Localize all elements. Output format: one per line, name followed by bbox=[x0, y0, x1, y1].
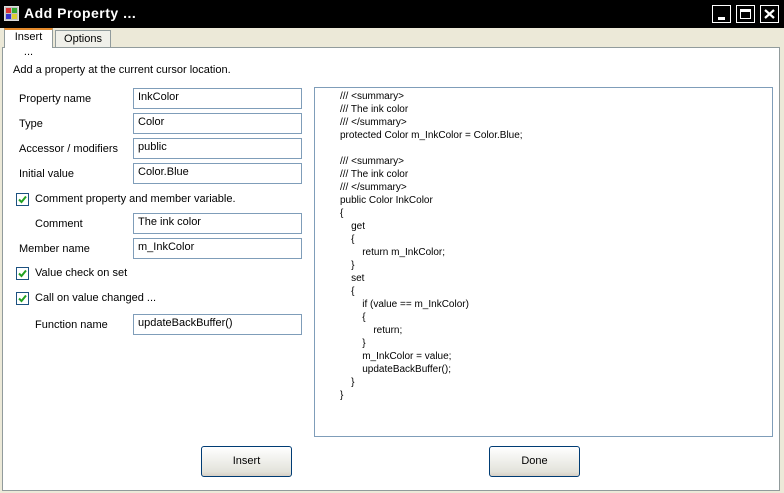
tab-options[interactable]: Options ... bbox=[55, 30, 111, 62]
accessor-label: Accessor / modifiers bbox=[19, 143, 119, 155]
call-changed-checkbox[interactable] bbox=[16, 292, 29, 305]
code-line: get bbox=[340, 221, 366, 232]
function-name-field[interactable]: updateBackBuffer() bbox=[133, 314, 302, 335]
code-line: /// </summary> bbox=[340, 117, 407, 128]
function-name-label: Function name bbox=[35, 319, 108, 331]
type-label: Type bbox=[19, 118, 43, 130]
comment-checkbox-label[interactable]: Comment property and member variable. bbox=[35, 193, 236, 205]
code-line: } bbox=[340, 338, 366, 349]
code-line: return m_InkColor; bbox=[340, 247, 446, 258]
close-icon[interactable] bbox=[760, 5, 779, 23]
property-name-label: Property name bbox=[19, 93, 92, 105]
code-line: /// </summary> bbox=[340, 182, 407, 193]
code-line: } bbox=[340, 377, 355, 388]
tab-insert[interactable]: Insert ... bbox=[4, 28, 53, 58]
code-line: /// The ink color bbox=[340, 104, 409, 115]
code-line: /// <summary> bbox=[340, 156, 404, 167]
comment-label: Comment bbox=[35, 218, 83, 230]
code-line: set bbox=[340, 273, 365, 284]
code-line: protected Color m_InkColor = Color.Blue; bbox=[340, 130, 523, 141]
code-line: { bbox=[340, 208, 344, 219]
comment-field[interactable]: The ink color bbox=[133, 213, 302, 234]
type-field[interactable]: Color bbox=[133, 113, 302, 134]
code-line: { bbox=[340, 286, 355, 297]
window-title: Add Property ... bbox=[24, 5, 137, 21]
code-line: } bbox=[340, 260, 355, 271]
member-name-label: Member name bbox=[19, 243, 90, 255]
code-line: { bbox=[340, 234, 355, 245]
code-line: { bbox=[340, 312, 366, 323]
member-name-field[interactable]: m_InkColor bbox=[133, 238, 302, 259]
code-line: public Color InkColor bbox=[340, 195, 433, 206]
app-icon[interactable] bbox=[4, 6, 19, 21]
done-button[interactable]: Done bbox=[489, 446, 580, 477]
code-line: m_InkColor = value; bbox=[340, 351, 452, 362]
add-property-window: Add Property ... Insert ... Options ... … bbox=[0, 0, 784, 493]
initial-value-label: Initial value bbox=[19, 168, 75, 180]
code-preview[interactable]: /// <summary> /// The ink color /// </summ… bbox=[314, 87, 773, 437]
dialog-client: Insert ... Options ... Add a property at… bbox=[0, 28, 784, 493]
initial-value-field[interactable]: Color.Blue bbox=[133, 163, 302, 184]
code-line: return; bbox=[340, 325, 403, 336]
value-check-label[interactable]: Value check on set bbox=[35, 267, 127, 279]
code-line: /// The ink color bbox=[340, 169, 409, 180]
maximize-icon[interactable] bbox=[736, 5, 755, 23]
value-check-checkbox[interactable] bbox=[16, 267, 29, 280]
code-line: if (value == m_InkColor) bbox=[340, 299, 469, 310]
call-changed-label[interactable]: Call on value changed ... bbox=[35, 292, 156, 304]
accessor-field[interactable]: public bbox=[133, 138, 302, 159]
code-line: /// <summary> bbox=[340, 91, 404, 102]
title-bar[interactable]: Add Property ... bbox=[0, 0, 784, 28]
intro-text: Add a property at the current cursor loc… bbox=[13, 64, 231, 76]
minimize-icon[interactable] bbox=[712, 5, 731, 23]
insert-button[interactable]: Insert bbox=[201, 446, 292, 477]
insert-tab-panel: Add a property at the current cursor loc… bbox=[2, 47, 780, 491]
code-line: updateBackBuffer(); bbox=[340, 364, 451, 375]
code-line: } bbox=[340, 390, 344, 401]
property-name-field[interactable]: InkColor bbox=[133, 88, 302, 109]
comment-checkbox[interactable] bbox=[16, 193, 29, 206]
